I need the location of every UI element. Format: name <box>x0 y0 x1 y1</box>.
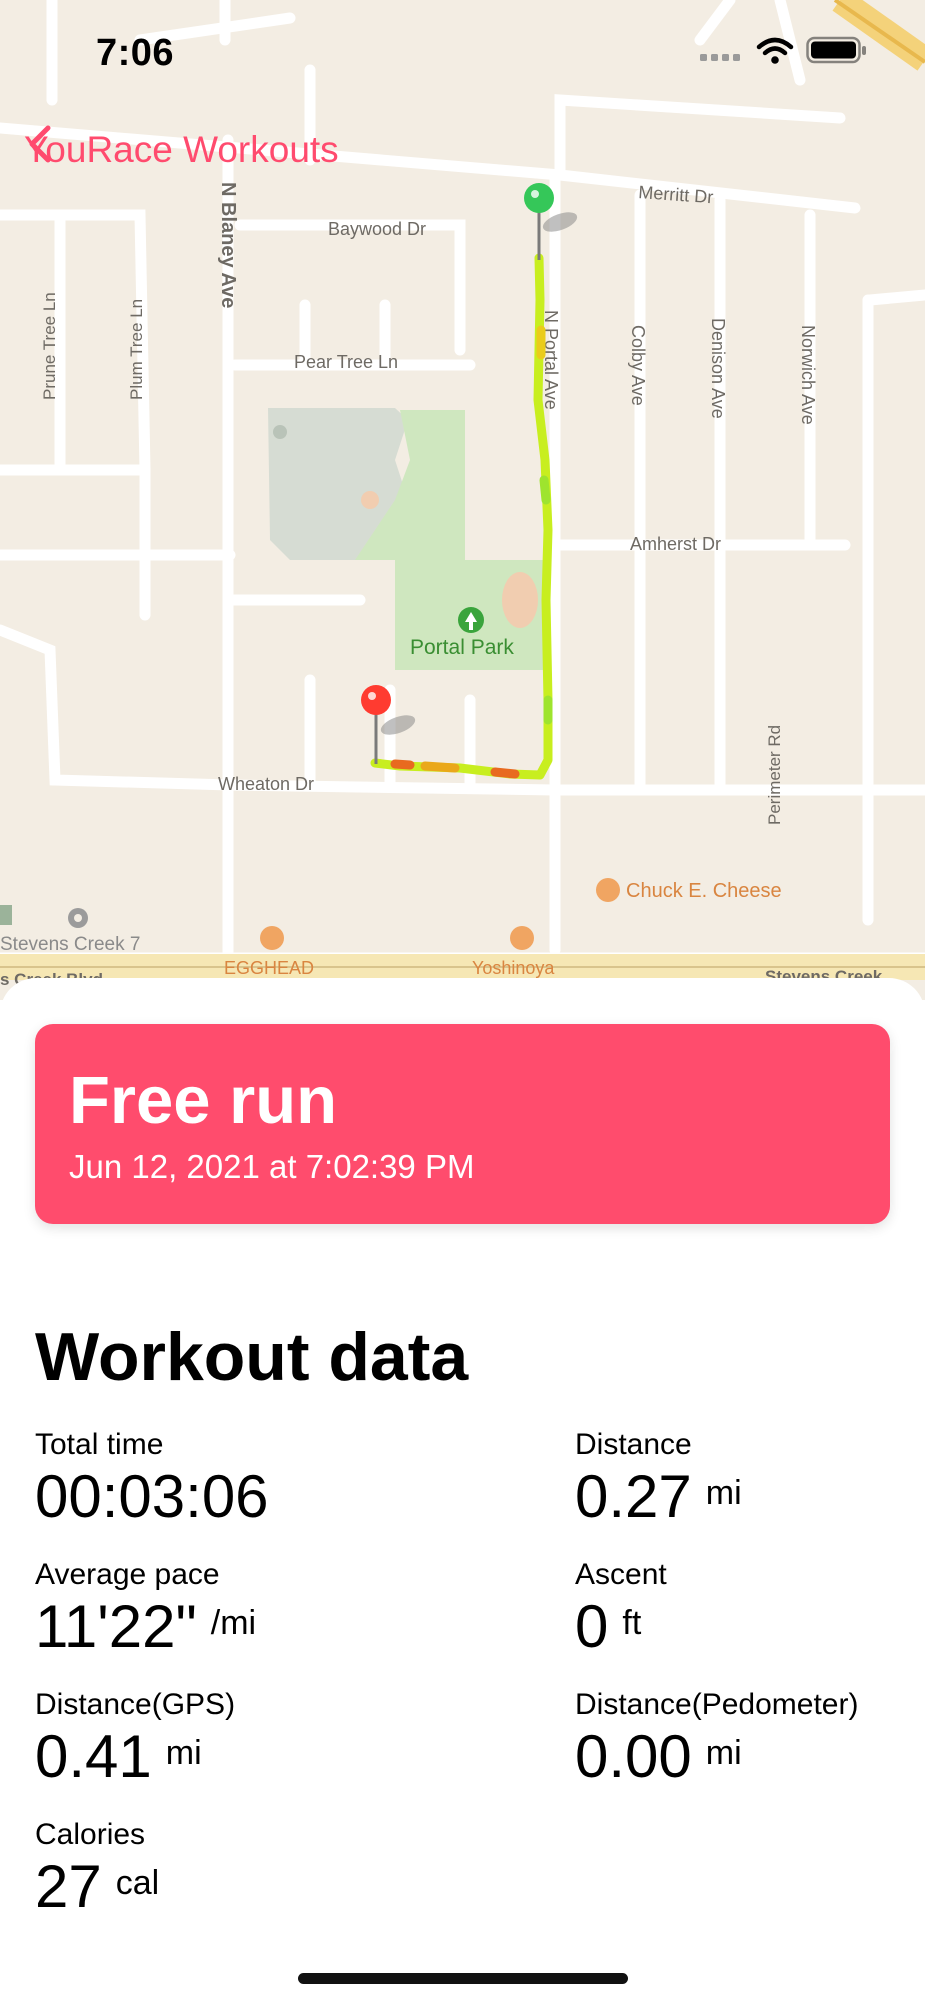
cinema-icon-center <box>74 914 82 922</box>
street-label: Perimeter Rd <box>765 725 784 825</box>
metric-unit: mi <box>705 1474 742 1512</box>
street-label: Pear Tree Ln <box>294 352 398 372</box>
metric-value: 00:03:06 <box>35 1463 269 1530</box>
metric-unit: mi <box>165 1734 202 1772</box>
chevron-left-icon <box>29 125 51 163</box>
metric-distance: Distance 0.27 mi <box>575 1428 742 1532</box>
metric-value: 11'22" <box>35 1593 197 1660</box>
metric-value: 0.00 <box>575 1723 692 1790</box>
wifi-icon <box>756 37 794 64</box>
street-label: Wheaton Dr <box>218 774 314 794</box>
street-label: Merritt Dr <box>638 182 714 207</box>
metric-label: Total time <box>35 1428 164 1461</box>
street-label: Prune Tree Ln <box>40 292 59 400</box>
metric-total-time: Total time 00:03:06 <box>35 1428 269 1532</box>
status-bar: 7:06 <box>0 28 925 78</box>
park-feature <box>361 491 379 509</box>
street-label: Colby Ave <box>628 325 648 406</box>
metric-distance-gps: Distance(GPS) 0.41 mi <box>35 1688 235 1792</box>
street-label: N Blaney Ave <box>217 182 239 308</box>
park-feature <box>502 572 538 628</box>
metric-average-pace: Average pace 11'22" /mi <box>35 1558 256 1662</box>
street-label: Denison Ave <box>708 318 728 419</box>
street-label: Baywood Dr <box>328 219 426 239</box>
metric-value: 0.27 <box>575 1463 692 1530</box>
metric-distance-pedometer: Distance(Pedometer) 0.00 mi <box>575 1688 858 1792</box>
section-title: Workout data <box>35 1319 469 1395</box>
map-edge-marker <box>0 905 12 925</box>
metric-unit: mi <box>705 1734 742 1772</box>
restaurant-icon[interactable] <box>510 926 534 950</box>
status-time: 7:06 <box>96 32 175 74</box>
park-label: Portal Park <box>410 636 514 659</box>
metric-label: Ascent <box>575 1558 667 1591</box>
poi-label: Stevens Creek 7 <box>0 934 140 955</box>
metric-label: Distance(Pedometer) <box>575 1688 859 1721</box>
back-button[interactable]: YouRace Workouts <box>24 122 339 178</box>
metric-value: 0 <box>575 1593 609 1660</box>
metric-unit: /mi <box>210 1604 257 1642</box>
route-map[interactable]: Merritt Dr Baywood Dr Pear Tree Ln Amher… <box>0 0 925 1000</box>
metric-label: Average pace <box>35 1558 220 1591</box>
poi-label: Yoshinoya <box>472 958 555 978</box>
poi-label: Chuck E. Cheese <box>626 880 782 902</box>
street-label: Norwich Ave <box>798 325 818 425</box>
cafe-icon[interactable] <box>260 926 284 950</box>
metric-label: Calories <box>35 1818 146 1851</box>
park-feature <box>273 425 287 439</box>
metric-unit: cal <box>115 1864 160 1902</box>
cellular-signal-icon <box>700 54 740 61</box>
metric-value: 0.41 <box>35 1723 152 1790</box>
metric-label: Distance(GPS) <box>35 1688 236 1721</box>
street-label: Plum Tree Ln <box>127 299 146 400</box>
metric-unit: ft <box>622 1604 642 1642</box>
workout-banner: Free run Jun 12, 2021 at 7:02:39 PM <box>35 1024 890 1224</box>
metric-ascent: Ascent 0 ft <box>575 1558 667 1662</box>
metric-label: Distance <box>575 1428 692 1461</box>
battery-icon <box>806 36 866 64</box>
workout-date: Jun 12, 2021 at 7:02:39 PM <box>69 1148 475 1185</box>
home-indicator[interactable] <box>298 1973 628 1984</box>
metric-calories: Calories 27 cal <box>35 1818 159 1922</box>
street-label: Amherst Dr <box>630 534 721 554</box>
metric-value: 27 <box>35 1853 102 1920</box>
poi-label: EGGHEAD <box>224 958 314 978</box>
pizza-icon[interactable] <box>596 878 620 902</box>
back-button-label: YouRace Workouts <box>24 129 339 170</box>
workout-title: Free run <box>69 1063 338 1138</box>
